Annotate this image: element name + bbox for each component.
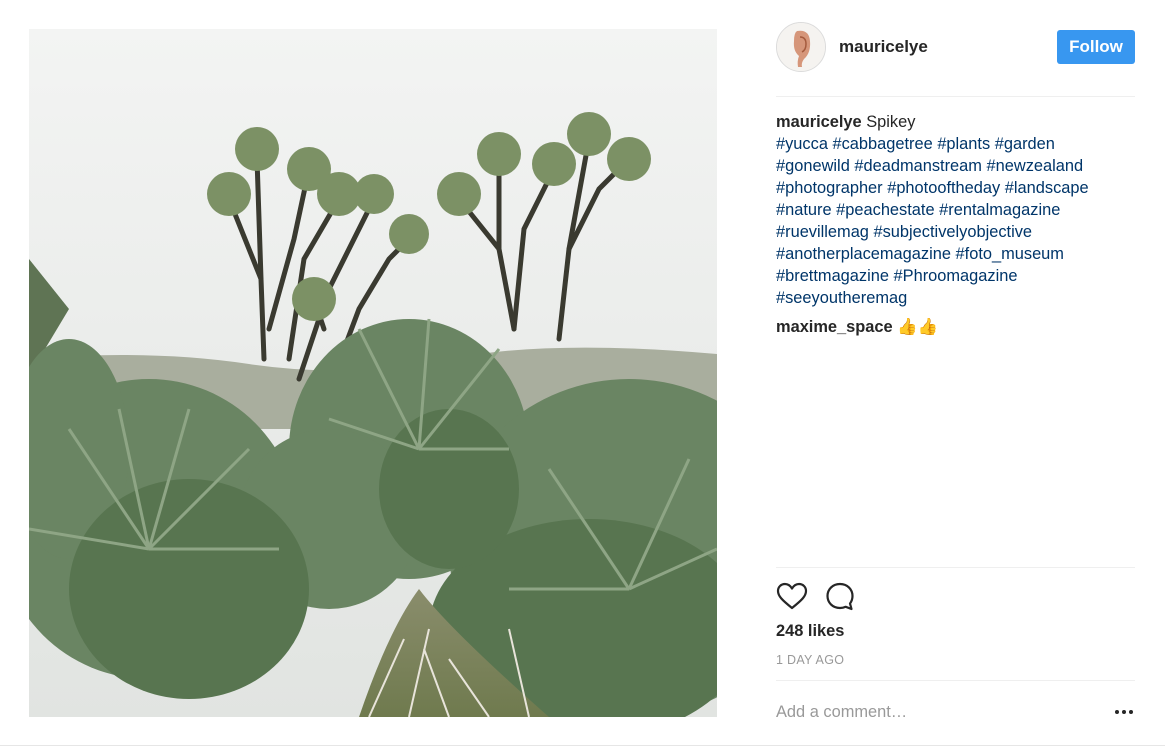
hashtag-link[interactable]: #photooftheday	[887, 179, 1000, 197]
hashtag-link[interactable]: #rentalmagazine	[939, 201, 1060, 219]
hashtag-link[interactable]: #seeyoutheremag	[776, 289, 907, 307]
hashtag-link[interactable]: #plants	[937, 135, 990, 153]
header-divider	[776, 96, 1135, 97]
comment-input[interactable]	[776, 697, 1076, 727]
page-bottom-divider	[0, 745, 1165, 746]
follow-button[interactable]: Follow	[1057, 30, 1135, 64]
caption-username-link[interactable]: mauricelye	[776, 113, 862, 131]
hashtag-link[interactable]: #peachestate	[836, 201, 934, 219]
hashtag-link[interactable]: #deadmanstream	[854, 157, 982, 175]
hashtag-link[interactable]: #cabbagetree	[833, 135, 933, 153]
hashtag-link[interactable]: #brettmagazine	[776, 267, 889, 285]
post-header: mauricelye Follow	[776, 22, 1135, 72]
post-date: 1 DAY AGO	[776, 653, 845, 667]
hashtag-link[interactable]: #ruevillemag	[776, 223, 869, 241]
comment-item: maxime_space 👍👍	[776, 316, 938, 338]
hashtag-link[interactable]: #landscape	[1005, 179, 1089, 197]
likes-count[interactable]: 248 likes	[776, 622, 844, 641]
post-caption: mauricelye Spikey #yucca #cabbagetree #p…	[776, 111, 1135, 309]
avatar[interactable]	[776, 22, 826, 72]
comment-bubble-icon[interactable]	[824, 581, 856, 613]
comment-divider	[776, 680, 1135, 681]
yucca-landscape-image	[29, 29, 717, 717]
hashtag-link[interactable]: #anotherplacemagazine	[776, 245, 951, 263]
post-sidebar: mauricelye Follow mauricelye Spikey #yuc…	[776, 0, 1135, 748]
comment-username-link[interactable]: maxime_space	[776, 318, 893, 336]
hashtag-link[interactable]: #Phroomagazine	[894, 267, 1018, 285]
actions-divider	[776, 567, 1135, 568]
hashtag-link[interactable]: #nature	[776, 201, 832, 219]
post-photo[interactable]	[29, 29, 717, 717]
hashtag-link[interactable]: #newzealand	[987, 157, 1084, 175]
comment-text: 👍👍	[897, 318, 939, 336]
heart-icon[interactable]	[776, 581, 808, 613]
ear-avatar-image	[777, 23, 825, 71]
hashtag-link[interactable]: #foto_museum	[956, 245, 1064, 263]
hashtag-link[interactable]: #gonewild	[776, 157, 850, 175]
author-username-link[interactable]: mauricelye	[839, 37, 928, 57]
hashtag-link[interactable]: #subjectivelyobjective	[874, 223, 1033, 241]
hashtag-link[interactable]: #garden	[995, 135, 1055, 153]
caption-text: Spikey	[866, 113, 916, 131]
ellipsis-icon[interactable]	[1113, 702, 1135, 722]
hashtag-link[interactable]: #photographer	[776, 179, 883, 197]
hashtag-link[interactable]: #yucca	[776, 135, 828, 153]
